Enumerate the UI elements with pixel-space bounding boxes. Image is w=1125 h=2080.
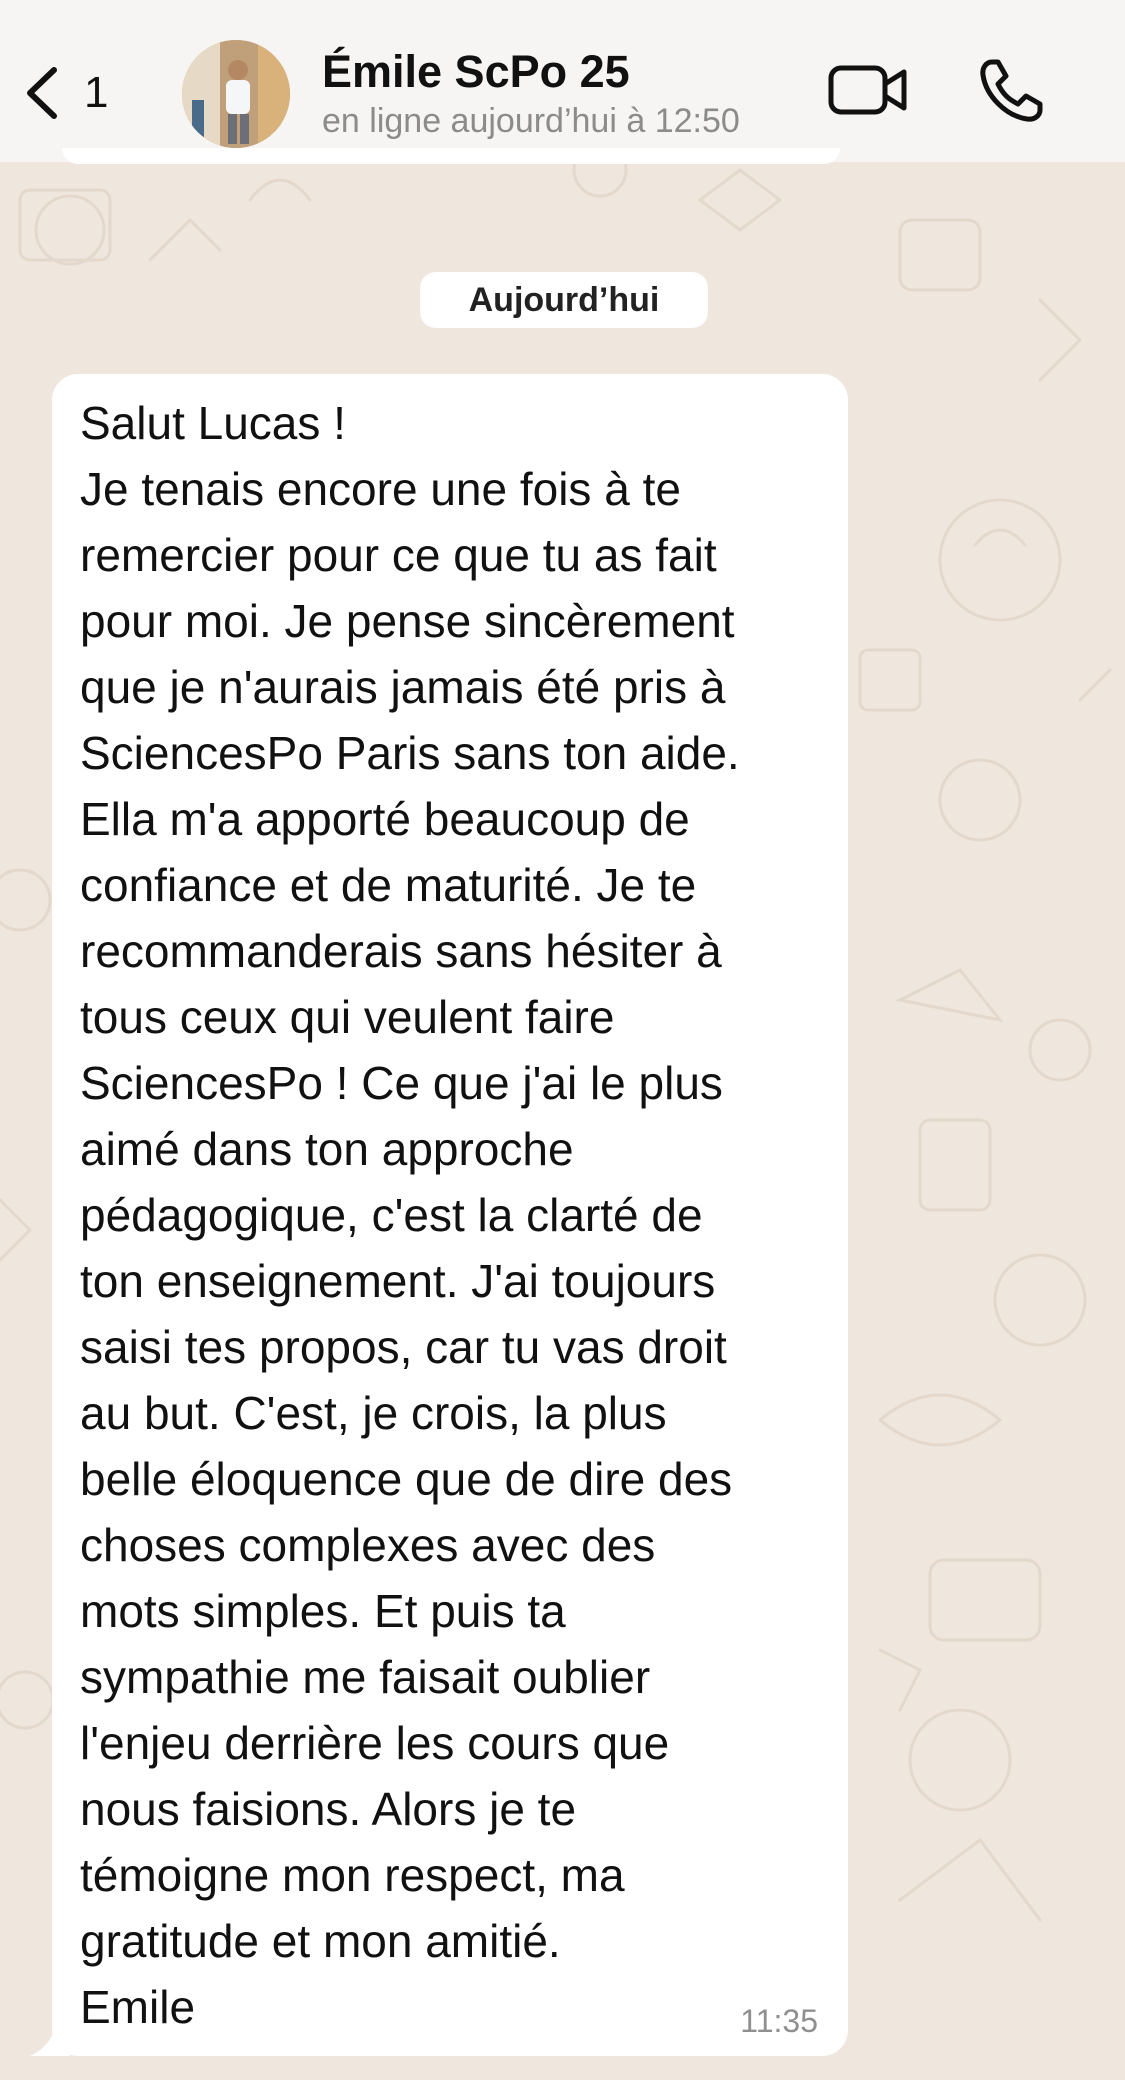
message-line: nous faisions. Alors je te [80,1783,577,1835]
chat-header: 1 Émile ScPo 25 en ligne aujourd’hui à 1… [0,0,1125,162]
message-line: choses complexes avec des [80,1519,656,1571]
message-line: que je n'aurais jamais été pris à [80,661,726,713]
message-line: pour moi. Je pense sincèrement [80,595,735,647]
message-line: Emile [80,1981,196,2033]
message-text: Salut Lucas ! Je tenais encore une fois à… [80,390,840,2040]
message-line: aimé dans ton approche [80,1123,574,1175]
message-line: pédagogique, c'est la clarté de [80,1189,703,1241]
message-line: confiance et de maturité. Je te [80,859,697,911]
message-line: mots simples. Et puis ta [80,1585,566,1637]
message-line: belle éloquence que de dire des [80,1453,733,1505]
message-line: SciencesPo Paris sans ton aide. [80,727,740,779]
message-line: l'enjeu derrière les cours que [80,1717,670,1769]
message-line: au but. C'est, je crois, la plus [80,1387,667,1439]
message-line: Salut Lucas ! [80,397,346,449]
message-line: Ella m'a apporté beaucoup de [80,793,690,845]
message-line: saisi tes propos, car tu vas droit [80,1321,727,1373]
message-time: 11:35 [740,2003,818,2039]
previous-message-edge [62,148,840,164]
chevron-left-icon [27,67,57,119]
message-line: témoigne mon respect, ma [80,1849,625,1901]
back-button[interactable]: 1 [18,58,128,128]
message-bubble[interactable]: Salut Lucas ! Je tenais encore une fois à… [52,374,848,2056]
contact-avatar[interactable] [182,40,290,148]
last-seen-status: en ligne aujourd’hui à 12:50 [322,102,740,140]
contact-name[interactable]: Émile ScPo 25 [322,46,630,98]
avatar-photo [182,40,290,148]
message-line: gratitude et mon amitié. [80,1915,561,1967]
message-line: sympathie me faisait oublier [80,1651,651,1703]
message-line: tous ceux qui veulent faire [80,991,615,1043]
video-camera-icon[interactable] [828,62,908,118]
date-separator: Aujourd’hui [420,272,708,328]
phone-icon[interactable] [978,58,1044,124]
message-line: remercier pour ce que tu as fait [80,529,717,581]
message-line: recommanderais sans hésiter à [80,925,722,977]
message-line: Je tenais encore une fois à te [80,463,681,515]
message-line: ton enseignement. J'ai toujours [80,1255,716,1307]
unread-count: 1 [84,68,109,117]
message-line: SciencesPo ! Ce que j'ai le plus [80,1057,723,1109]
